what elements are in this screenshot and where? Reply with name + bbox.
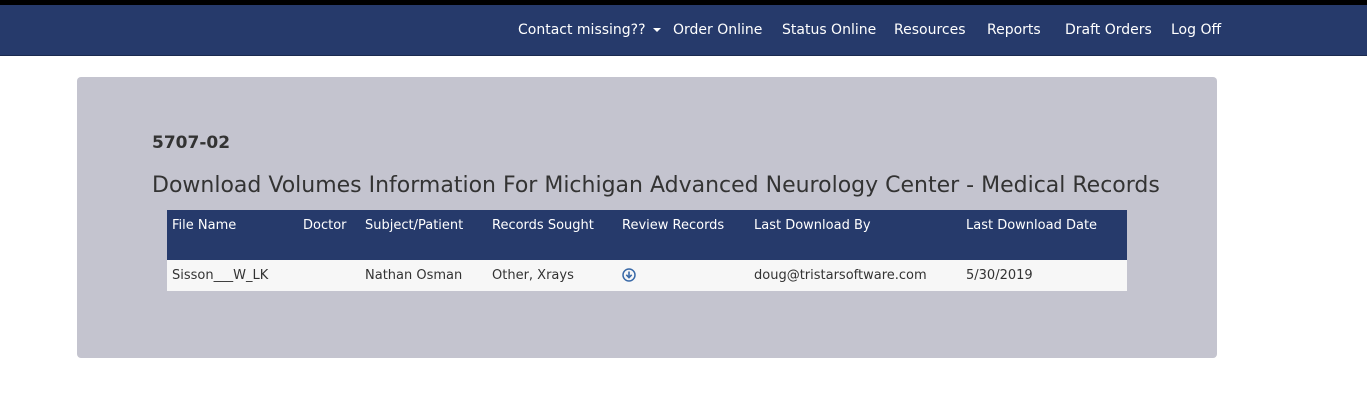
nav-contact-missing-dropdown[interactable]: Contact missing??	[518, 5, 661, 55]
column-header-last-download-by: Last Download By	[754, 218, 871, 233]
caret-down-icon	[652, 28, 661, 32]
cell-last-download-date: 5/30/2019	[966, 268, 1033, 283]
nav-status-online[interactable]: Status Online	[782, 5, 876, 55]
table-row: Sisson___W_LK Nathan Osman Other, Xrays …	[167, 260, 1127, 291]
download-circle-icon[interactable]	[622, 267, 636, 286]
volumes-table: File Name Doctor Subject/Patient Records…	[167, 210, 1127, 291]
nav-draft-orders[interactable]: Draft Orders	[1065, 5, 1152, 55]
content-panel: 5707-02 Download Volumes Information For…	[77, 77, 1217, 358]
column-header-subject-patient: Subject/Patient	[365, 218, 464, 233]
nav-reports[interactable]: Reports	[987, 5, 1041, 55]
page-title: Download Volumes Information For Michiga…	[152, 173, 1160, 198]
cell-file-name: Sisson___W_LK	[172, 268, 269, 283]
nav-log-off[interactable]: Log Off	[1171, 5, 1221, 55]
navbar: Contact missing?? Order Online Status On…	[0, 5, 1367, 56]
cell-records-sought: Other, Xrays	[492, 268, 574, 283]
cell-last-download-by: doug@tristarsoftware.com	[754, 268, 927, 283]
case-number: 5707-02	[152, 133, 231, 153]
column-header-file-name: File Name	[172, 218, 237, 233]
nav-order-online[interactable]: Order Online	[673, 5, 762, 55]
nav-resources[interactable]: Resources	[894, 5, 966, 55]
nav-contact-missing-label: Contact missing??	[518, 22, 646, 38]
column-header-records-sought: Records Sought	[492, 218, 594, 233]
table-header: File Name Doctor Subject/Patient Records…	[167, 210, 1127, 260]
column-header-doctor: Doctor	[303, 218, 347, 233]
column-header-review-records: Review Records	[622, 218, 725, 233]
cell-subject-patient: Nathan Osman	[365, 268, 463, 283]
column-header-last-download-date: Last Download Date	[966, 218, 1098, 233]
